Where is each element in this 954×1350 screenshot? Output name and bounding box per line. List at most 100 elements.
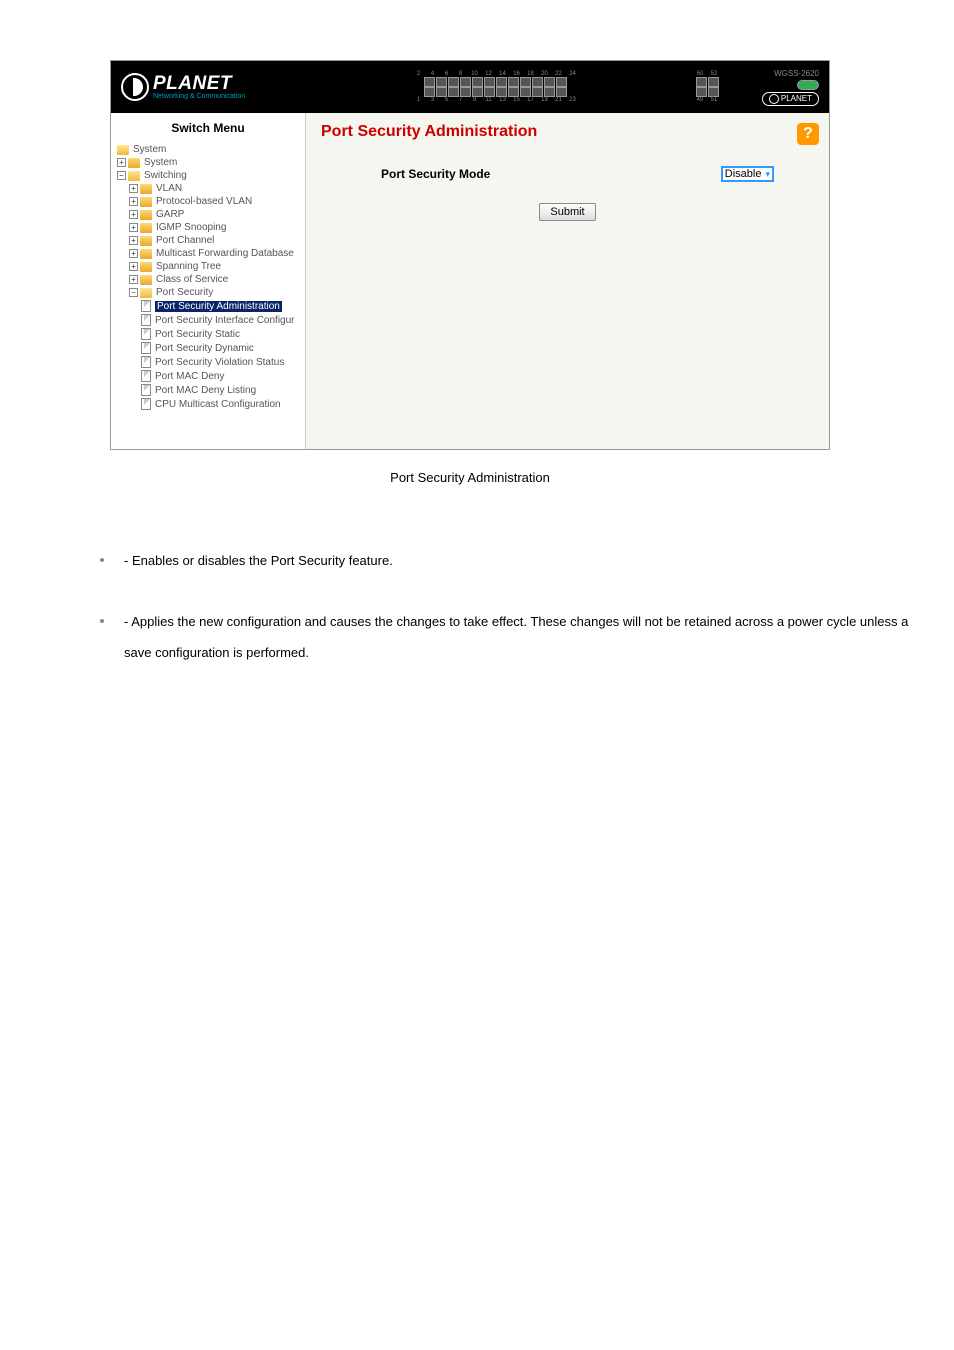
nav-tree: System +System −Switching +VLAN +Protoco… (111, 143, 305, 411)
tree-item-igmp[interactable]: +IGMP Snooping (111, 221, 305, 234)
logo-icon (121, 73, 149, 101)
port-icon (508, 87, 519, 97)
port-icon (508, 77, 519, 87)
tree-item-cpu-mcast[interactable]: CPU Multicast Configuration (111, 397, 305, 411)
port-icon (708, 87, 719, 97)
planet-link[interactable]: PLANET (762, 92, 819, 106)
expand-icon[interactable]: + (117, 158, 126, 167)
tree-item-system[interactable]: +System (111, 156, 305, 169)
port-icon (696, 77, 707, 87)
folder-icon (140, 223, 152, 233)
port-icon (484, 87, 495, 97)
mode-label: Port Security Mode (381, 167, 490, 181)
logo-subtitle: Networking & Communication (153, 93, 245, 100)
tree-item-ps-mac-deny[interactable]: Port MAC Deny (111, 369, 305, 383)
port-icon (532, 87, 543, 97)
expand-icon[interactable]: + (129, 223, 138, 232)
doc-text: - Enables or disables the Port Security … (124, 545, 914, 576)
expand-icon[interactable]: + (129, 275, 138, 284)
expand-icon[interactable]: + (129, 262, 138, 271)
tree-item-system-root[interactable]: System (111, 143, 305, 156)
port-right-bottom-numbers: 4951 (695, 97, 719, 103)
page-icon (141, 356, 151, 368)
tree-item-cos[interactable]: +Class of Service (111, 273, 305, 286)
logo-area: PLANET Networking & Communication (121, 73, 296, 101)
tree-item-mcast-fwd[interactable]: +Multicast Forwarding Database (111, 247, 305, 260)
page-icon (141, 398, 151, 410)
port-icon (520, 87, 531, 97)
port-icon (472, 87, 483, 97)
port-icon (448, 87, 459, 97)
tree-item-garp[interactable]: +GARP (111, 208, 305, 221)
help-icon[interactable]: ? (797, 123, 819, 145)
doc-list-item: - Applies the new configuration and caus… (100, 606, 914, 668)
page-icon (141, 314, 151, 326)
port-icon (460, 87, 471, 97)
tree-item-ps-admin[interactable]: Port Security Administration (111, 299, 305, 313)
page-icon (141, 300, 151, 312)
tree-item-vlan[interactable]: +VLAN (111, 182, 305, 195)
expand-icon[interactable]: + (129, 210, 138, 219)
mode-dropdown[interactable]: Disable ▾ (721, 166, 774, 182)
page-icon (141, 328, 151, 340)
tree-item-protocol-vlan[interactable]: +Protocol-based VLAN (111, 195, 305, 208)
port-icon (556, 87, 567, 97)
expand-icon[interactable]: + (129, 197, 138, 206)
page-icon (141, 370, 151, 382)
collapse-icon[interactable]: − (117, 171, 126, 180)
port-icon (460, 77, 471, 87)
bullet-icon (100, 558, 104, 562)
expand-icon[interactable]: + (129, 236, 138, 245)
folder-icon (140, 275, 152, 285)
folder-icon (140, 249, 152, 259)
sidebar: Switch Menu System +System −Switching +V… (111, 113, 306, 449)
port-icon (448, 77, 459, 87)
tree-item-switching[interactable]: −Switching (111, 169, 305, 182)
folder-icon (140, 210, 152, 220)
expand-icon[interactable]: + (129, 184, 138, 193)
doc-section: - Enables or disables the Port Security … (40, 545, 914, 669)
tree-item-ps-iface[interactable]: Port Security Interface Configur (111, 313, 305, 327)
app-window: PLANET Networking & Communication 246810… (110, 60, 830, 450)
port-icon (496, 87, 507, 97)
tree-item-ps-violation[interactable]: Port Security Violation Status (111, 355, 305, 369)
folder-icon (140, 262, 152, 272)
port-icon (532, 77, 543, 87)
tree-item-spanning[interactable]: +Spanning Tree (111, 260, 305, 273)
logo-text: PLANET (153, 74, 245, 93)
page-icon (141, 384, 151, 396)
tree-item-ps-static[interactable]: Port Security Static (111, 327, 305, 341)
port-diagram: 24681012141618202224 1357911131517192123 (296, 71, 695, 103)
page-title: Port Security Administration (321, 123, 814, 141)
doc-text: - Applies the new configuration and caus… (124, 606, 914, 668)
port-icon (472, 77, 483, 87)
expand-icon[interactable]: + (129, 249, 138, 258)
port-icon (424, 87, 435, 97)
figure-caption: Port Security Administration (110, 470, 830, 485)
folder-icon (140, 184, 152, 194)
folder-icon (140, 197, 152, 207)
top-header: PLANET Networking & Communication 246810… (111, 61, 829, 113)
port-icon (696, 87, 707, 97)
port-icon (544, 77, 555, 87)
folder-icon (140, 288, 152, 298)
chevron-down-icon: ▾ (765, 169, 770, 180)
tree-item-ps-mac-deny-list[interactable]: Port MAC Deny Listing (111, 383, 305, 397)
sidebar-title: Switch Menu (111, 113, 305, 143)
folder-icon (140, 236, 152, 246)
collapse-icon[interactable]: − (129, 288, 138, 297)
tree-item-port-security[interactable]: −Port Security (111, 286, 305, 299)
port-icon (708, 77, 719, 87)
folder-icon (128, 171, 140, 181)
tree-item-port-channel[interactable]: +Port Channel (111, 234, 305, 247)
tree-item-ps-dynamic[interactable]: Port Security Dynamic (111, 341, 305, 355)
submit-button[interactable]: Submit (539, 203, 595, 221)
port-icon (496, 77, 507, 87)
status-indicator-icon (797, 80, 819, 90)
page-icon (141, 342, 151, 354)
port-bottom-numbers: 1357911131517192123 (414, 97, 578, 103)
port-icon (520, 77, 531, 87)
doc-list-item: - Enables or disables the Port Security … (100, 545, 914, 576)
folder-icon (117, 145, 129, 155)
main-panel: ? Port Security Administration Port Secu… (306, 113, 829, 449)
